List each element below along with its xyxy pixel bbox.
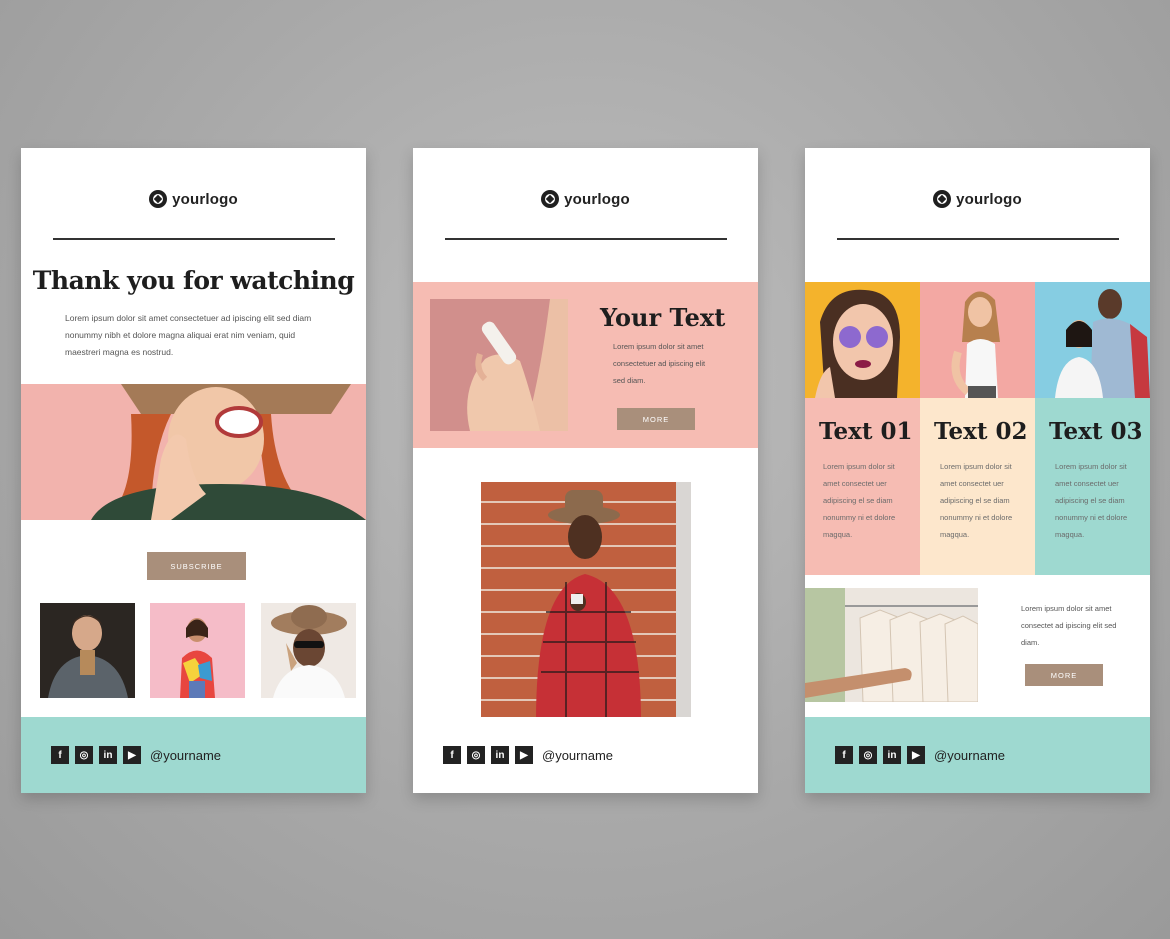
email-template-three-columns: yourlogo Text 01 Lorem ipsum dolor sit a…	[805, 148, 1150, 793]
linkedin-icon[interactable]: in	[99, 746, 117, 764]
column-1: Text 01 Lorem ipsum dolor sit amet conse…	[805, 398, 920, 575]
column-3: Text 03 Lorem ipsum dolor sit amet conse…	[1035, 398, 1150, 575]
logo-icon	[933, 190, 952, 208]
youtube-icon[interactable]: ▶	[515, 746, 533, 764]
hero-photo-illustration	[21, 384, 366, 520]
logo: yourlogo	[21, 190, 366, 208]
social-handle[interactable]: @yourname	[934, 748, 1005, 763]
social-handle[interactable]: @yourname	[150, 748, 221, 763]
divider	[837, 238, 1119, 240]
thumbnail-woman-colorful	[150, 603, 245, 698]
divider	[445, 238, 727, 240]
youtube-icon[interactable]: ▶	[123, 746, 141, 764]
logo: yourlogo	[413, 190, 758, 208]
headline: Thank you for watching	[32, 266, 355, 295]
logo-text: yourlogo	[564, 190, 630, 208]
column-1-body: Lorem ipsum dolor sit amet consectet uer…	[823, 462, 896, 539]
more-button[interactable]: MORE	[617, 408, 695, 430]
column-1-title: Text 01	[819, 418, 913, 445]
social-handle[interactable]: @yourname	[542, 748, 613, 763]
instagram-icon[interactable]: ◎	[859, 746, 877, 764]
column-3-title: Text 03	[1049, 418, 1143, 445]
photo-clothing-rack	[805, 588, 978, 702]
subscribe-button[interactable]: SUBSCRIBE	[147, 552, 246, 580]
photo-couple	[1035, 282, 1150, 398]
logo-icon	[541, 190, 560, 208]
linkedin-icon[interactable]: in	[491, 746, 509, 764]
divider	[53, 238, 335, 240]
email-template-thank-you: yourlogo Thank you for watching Lorem ip…	[21, 148, 366, 793]
photo-woman-purple-glasses	[805, 282, 920, 398]
hero-image	[21, 384, 366, 520]
column-2-title: Text 02	[934, 418, 1028, 445]
logo: yourlogo	[805, 190, 1150, 208]
facebook-icon[interactable]: f	[443, 746, 461, 764]
logo-text: yourlogo	[956, 190, 1022, 208]
column-2: Text 02 Lorem ipsum dolor sit amet conse…	[920, 398, 1035, 575]
feature-body: Lorem ipsum dolor sit amet consectetuer …	[613, 342, 706, 385]
product-image	[430, 299, 568, 431]
column-2-body: Lorem ipsum dolor sit amet consectet uer…	[940, 462, 1013, 539]
instagram-icon[interactable]: ◎	[467, 746, 485, 764]
hero-image-man-brick-wall	[481, 482, 691, 720]
photo-woman-white-top	[920, 282, 1035, 398]
feature-title: Your Text	[600, 303, 726, 332]
thumbnail-man-coat	[40, 603, 135, 698]
linkedin-icon[interactable]: in	[883, 746, 901, 764]
email-template-your-text: yourlogo Your Text Lorem ipsum dolor sit…	[413, 148, 758, 793]
feature-body: Lorem ipsum dolor sit amet consectet ad …	[1021, 604, 1117, 647]
social-footer: f ◎ in ▶ @yourname	[805, 717, 1150, 793]
column-3-body: Lorem ipsum dolor sit amet consectet uer…	[1055, 462, 1128, 539]
youtube-icon[interactable]: ▶	[907, 746, 925, 764]
social-footer: f ◎ in ▶ @yourname	[21, 717, 366, 793]
logo-text: yourlogo	[172, 190, 238, 208]
body-paragraph: Lorem ipsum dolor sit amet consectetuer …	[65, 313, 312, 357]
logo-icon	[149, 190, 168, 208]
social-footer: f ◎ in ▶ @yourname	[413, 717, 758, 793]
more-button[interactable]: MORE	[1025, 664, 1103, 686]
thumbnail-woman-hat	[261, 603, 356, 698]
facebook-icon[interactable]: f	[835, 746, 853, 764]
facebook-icon[interactable]: f	[51, 746, 69, 764]
instagram-icon[interactable]: ◎	[75, 746, 93, 764]
